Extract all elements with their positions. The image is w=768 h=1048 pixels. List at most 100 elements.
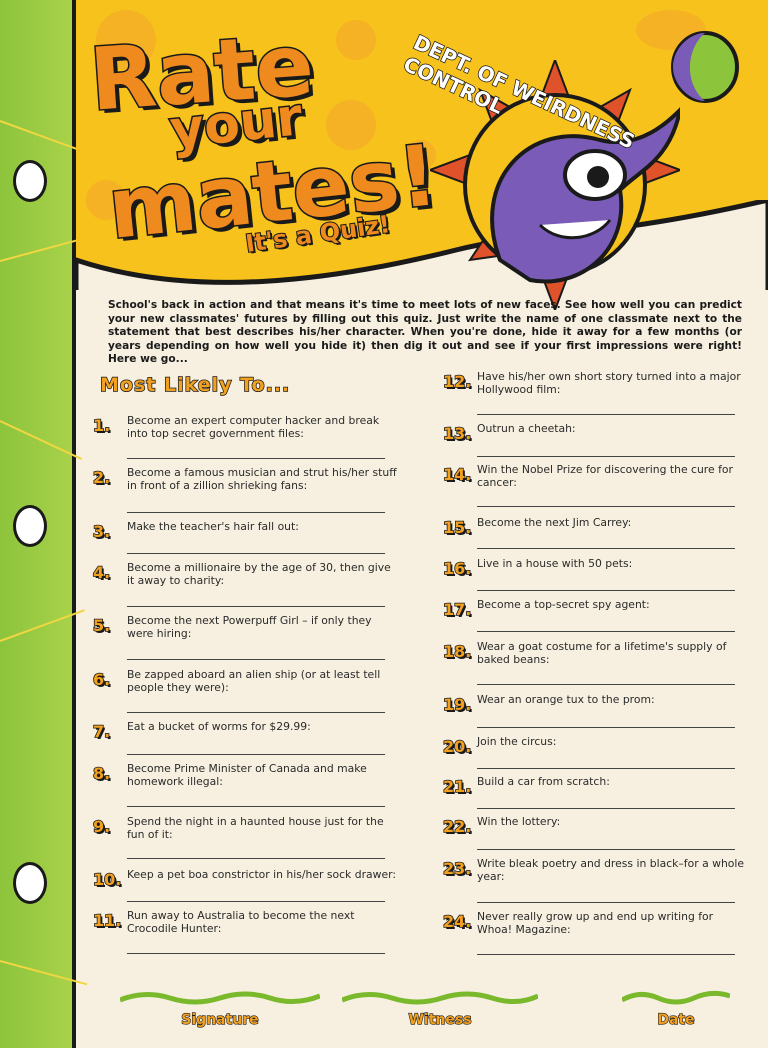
item-text: Write bleak poetry and dress in black–fo… — [477, 857, 745, 883]
item-number: 15. — [442, 517, 472, 538]
item-number: 20. — [442, 736, 472, 757]
item-text: Become the next Powerpuff Girl – if only… — [127, 614, 372, 640]
squiggle-icon — [342, 991, 538, 1005]
answer-line[interactable] — [127, 806, 385, 807]
item-text: Eat a bucket of worms for $29.99: — [127, 720, 311, 733]
intro-paragraph: School's back in action and that means i… — [108, 299, 742, 365]
quiz-item: 5. Become the next Powerpuff Girl – if on… — [92, 614, 397, 640]
quiz-item: 15. Become the next Jim Carrey: — [442, 516, 747, 538]
answer-line[interactable] — [477, 768, 735, 769]
answer-line[interactable] — [477, 849, 735, 850]
quiz-item: 6. Be zapped aboard an alien ship (or at … — [92, 668, 397, 694]
item-text: Become a top-secret spy agent: — [477, 598, 650, 611]
item-text: Have his/her own short story turned into… — [477, 370, 741, 396]
item-number: 11. — [92, 910, 122, 931]
answer-line[interactable] — [477, 902, 735, 903]
quiz-item: 13. Outrun a cheetah: — [442, 422, 747, 444]
answer-line[interactable] — [477, 954, 735, 955]
answer-line[interactable] — [127, 754, 385, 755]
answer-line[interactable] — [127, 553, 385, 554]
item-text: Live in a house with 50 pets: — [477, 557, 633, 570]
signature-label: Signature — [181, 1011, 260, 1028]
item-number: 18. — [442, 641, 472, 662]
quiz-item: 24. Never really grow up and end up writi… — [442, 910, 747, 936]
quiz-item: 4. Become a millionaire by the age of 30,… — [92, 561, 397, 587]
quiz-item: 17. Become a top-secret spy agent: — [442, 598, 747, 620]
quiz-item: 10. Keep a pet boa constrictor in his/her… — [92, 868, 397, 890]
item-text: Win the lottery: — [477, 815, 561, 828]
item-number: 1. — [92, 415, 111, 436]
quiz-item: 2. Become a famous musician and strut his… — [92, 466, 397, 492]
answer-line[interactable] — [477, 808, 735, 809]
item-text: Become a famous musician and strut his/h… — [127, 466, 397, 492]
answer-line[interactable] — [127, 712, 385, 713]
item-text: Wear an orange tux to the prom: — [477, 693, 655, 706]
item-number: 5. — [92, 615, 111, 636]
answer-line[interactable] — [477, 414, 735, 415]
quiz-item: 22. Win the lottery: — [442, 815, 747, 837]
answer-line[interactable] — [127, 901, 385, 902]
answer-line[interactable] — [477, 590, 735, 591]
item-text: Never really grow up and end up writing … — [477, 910, 714, 936]
item-number: 14. — [442, 464, 472, 485]
date-label: Date — [657, 1011, 695, 1028]
item-text: Build a car from scratch: — [477, 775, 610, 788]
answer-line[interactable] — [127, 606, 385, 607]
item-number: 6. — [92, 669, 111, 690]
item-number: 23. — [442, 858, 472, 879]
item-number: 22. — [442, 816, 472, 837]
quiz-item: 18. Wear a goat costume for a lifetime's … — [442, 640, 747, 666]
quiz-item: 8. Become Prime Minister of Canada and ma… — [92, 762, 397, 788]
item-number: 24. — [442, 911, 472, 932]
item-text: Keep a pet boa constrictor in his/her so… — [127, 868, 397, 881]
quiz-item: 3. Make the teacher's hair fall out: — [92, 520, 397, 542]
answer-line[interactable] — [127, 659, 385, 660]
item-number: 9. — [92, 816, 111, 837]
item-text: Become Prime Minister of Canada and make… — [127, 762, 367, 788]
item-text: Run away to Australia to become the next… — [127, 909, 355, 935]
binder-hole — [13, 505, 47, 547]
quiz-item: 7. Eat a bucket of worms for $29.99: — [92, 720, 397, 742]
answer-line[interactable] — [477, 727, 735, 728]
item-text: Become a millionaire by the age of 30, t… — [127, 561, 391, 587]
item-text: Join the circus: — [477, 735, 557, 748]
answer-line[interactable] — [477, 506, 735, 507]
item-number: 7. — [92, 721, 111, 742]
quiz-item: 9. Spend the night in a haunted house jus… — [92, 815, 397, 841]
quiz-item: 19. Wear an orange tux to the prom: — [442, 693, 747, 715]
answer-line[interactable] — [477, 548, 735, 549]
item-text: Make the teacher's hair fall out: — [127, 520, 299, 533]
quiz-item: 12. Have his/her own short story turned i… — [442, 370, 747, 396]
item-number: 3. — [92, 521, 111, 542]
item-text: Become an expert computer hacker and bre… — [127, 414, 380, 440]
item-text: Become the next Jim Carrey: — [477, 516, 632, 529]
item-number: 13. — [442, 423, 472, 444]
answer-line[interactable] — [127, 458, 385, 459]
item-text: Outrun a cheetah: — [477, 422, 576, 435]
ball-icon — [671, 31, 739, 103]
section-title: Most Likely To... — [99, 373, 291, 397]
answer-line[interactable] — [127, 953, 385, 954]
quiz-item: 23. Write bleak poetry and dress in black… — [442, 857, 747, 883]
quiz-item: 20. Join the circus: — [442, 735, 747, 757]
quiz-item: 11. Run away to Australia to become the n… — [92, 909, 397, 935]
item-text: Win the Nobel Prize for discovering the … — [477, 463, 733, 489]
item-number: 8. — [92, 763, 111, 784]
witness-field[interactable]: Witness — [342, 990, 538, 1029]
answer-line[interactable] — [477, 456, 735, 457]
item-number: 19. — [442, 694, 472, 715]
answer-line[interactable] — [127, 858, 385, 859]
binder-hole — [13, 160, 47, 202]
quiz-item: 1. Become an expert computer hacker and b… — [92, 414, 397, 440]
quiz-item: 16. Live in a house with 50 pets: — [442, 557, 747, 579]
signature-field[interactable]: Signature — [120, 990, 320, 1029]
answer-line[interactable] — [477, 631, 735, 632]
item-text: Be zapped aboard an alien ship (or at le… — [127, 668, 381, 694]
witness-label: Witness — [408, 1011, 472, 1028]
item-number: 16. — [442, 558, 472, 579]
answer-line[interactable] — [127, 512, 385, 513]
squiggle-icon — [622, 990, 730, 1005]
answer-line[interactable] — [477, 684, 735, 685]
date-field[interactable]: Date — [622, 990, 730, 1029]
item-number: 12. — [442, 371, 472, 392]
